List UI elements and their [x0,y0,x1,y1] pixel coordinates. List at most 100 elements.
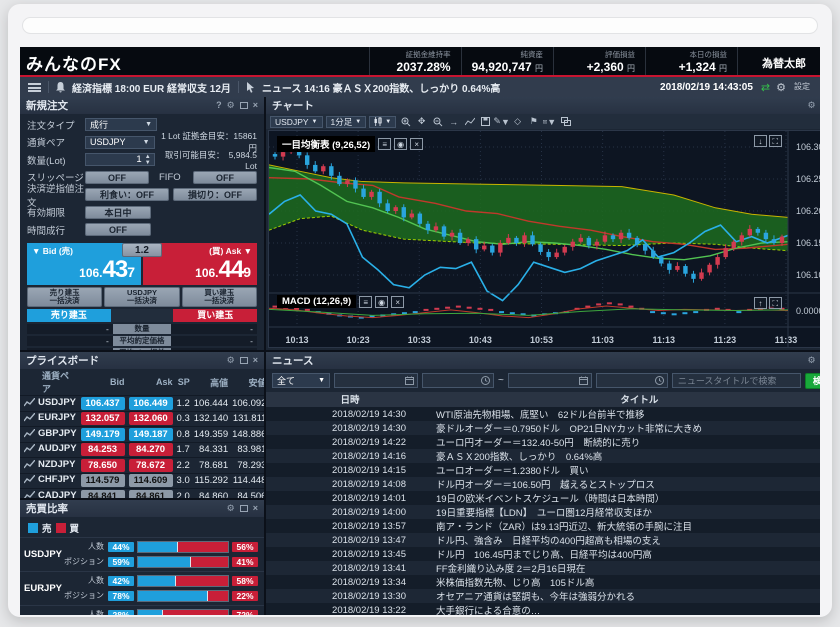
bid-quote-button[interactable]: 84.841 [81,490,125,498]
popout-icon[interactable] [240,102,248,109]
capture-icon[interactable]: ▼ [543,116,556,128]
close-icon[interactable]: × [253,101,258,110]
chart-line-icon[interactable] [24,491,35,498]
time-from-input[interactable] [422,373,494,388]
price-row[interactable]: CHFJPY114.579114.6093.0115.292114.448+5.… [20,473,264,489]
popout-icon[interactable] [240,357,248,364]
stamp-icon[interactable]: ⚑ [527,116,540,128]
pane-expand-icon[interactable]: ⛶ [769,135,782,147]
chart-line-icon[interactable] [24,475,35,487]
gear-icon[interactable]: ⚙ [227,356,235,365]
indicator-icon[interactable] [463,116,476,128]
news-row[interactable]: 2018/02/19 13:45ドル円 106.45円までじり高、日経平均は40… [266,547,820,561]
chart-line-icon[interactable] [24,444,35,456]
indicator-visibility-icon[interactable]: ◉ [375,296,388,308]
bid-quote-button[interactable]: 78.650 [81,459,125,472]
expiry-button[interactable]: 本日中 [85,206,151,219]
slippage-toggle[interactable]: OFF [85,171,149,184]
indicator-settings-icon[interactable]: ≡ [378,138,391,150]
news-row[interactable]: 2018/02/19 14:22ユーロ円オーダー＝132.40-50円 断続的に… [266,435,820,449]
indicator-close-icon[interactable]: × [410,138,423,150]
gear-icon[interactable]: ⚙ [808,356,816,365]
address-bar[interactable] [22,17,818,34]
stop-loss-button[interactable]: 損切り：OFF [173,188,257,201]
pan-icon[interactable]: ✥ [415,116,428,128]
pane-collapse-icon[interactable]: ↑ [754,297,767,309]
draw-icon[interactable]: ✎▼ [495,116,508,128]
news-row[interactable]: 2018/02/19 13:47ドル円、強含み 日経平均の400円超高も相場の支… [266,533,820,547]
tab-buy-positions[interactable]: 買い建玉 [173,309,257,322]
eraser-icon[interactable]: ◇ [511,116,524,128]
news-row[interactable]: 2018/02/19 14:15ユーロオーダー＝1.2380ドル 買い [266,463,820,477]
time-to-input[interactable] [596,373,668,388]
news-row[interactable]: 2018/02/19 14:30豪ドルオーダー＝0.7950ドル OP21日NY… [266,421,820,435]
layout-icon[interactable] [559,116,572,128]
gear-icon[interactable]: ⚙ [227,504,235,513]
news-search-button[interactable]: 検索 [805,373,820,389]
take-profit-button[interactable]: 利食い：OFF [85,188,169,201]
chart-timeframe-select[interactable]: 1分足▼ [326,116,367,128]
news-row[interactable]: 2018/02/19 14:0019日重要指標【LDN】 ユーロ圏12月経常収支… [266,505,820,519]
price-row[interactable]: NZDJPY78.65078.6722.278.68178.293+10.00 [20,458,264,474]
bid-quote-button[interactable]: 149.179 [81,428,125,441]
go-latest-icon[interactable]: → [447,116,460,128]
pane-collapse-icon[interactable]: ↓ [754,135,767,147]
tab-sell-positions[interactable]: 売り建玉 [27,309,111,322]
chart-type-select[interactable]: ▼ [369,116,396,128]
news-search-input[interactable] [672,373,801,388]
order-type-select[interactable]: 成行▼ [85,118,157,131]
chart-line-icon[interactable] [24,429,35,441]
price-row[interactable]: USDJPY106.437106.4491.2106.444106.092+1.… [20,396,264,412]
pane-expand-icon[interactable]: ⛶ [769,297,782,309]
bid-quote-button[interactable]: 114.579 [81,474,125,487]
price-row[interactable]: AUDJPY84.25384.2701.784.33183.981+9.00 [20,442,264,458]
indicator-settings-icon[interactable]: ≡ [359,296,372,308]
bulk-close-button[interactable]: 売り建玉一括決済 [27,287,102,307]
price-chart[interactable]: 一目均衡表 (9,26,52) ≡ ◉ × MACD (12,26,9) ≡ ◉… [268,130,820,348]
ask-quote-button[interactable]: 114.609 [129,474,173,487]
news-row[interactable]: 2018/02/19 13:34米株価指数先物、じり高 105ドル高 [266,575,820,589]
zoom-in-icon[interactable] [399,116,412,128]
popout-icon[interactable] [240,505,248,512]
news-row[interactable]: 2018/02/19 14:08ドル円オーダー＝106.50円 越えるとストップ… [266,477,820,491]
close-icon[interactable]: × [253,356,258,365]
ask-quote-button[interactable]: 78.672 [129,459,173,472]
settings-label[interactable]: 設定 [794,83,812,91]
bid-quote-button[interactable]: 106.437 [81,397,125,410]
price-row[interactable]: CADJPY84.84184.8612.084.86084.506+5.00 [20,489,264,499]
ask-quote-button[interactable]: 149.187 [129,428,173,441]
date-from-input[interactable] [334,373,418,388]
pair-select[interactable]: USDJPY▼ [85,136,155,149]
news-category-select[interactable]: 全て▼ [272,373,330,388]
close-icon[interactable]: × [253,504,258,513]
gear-icon[interactable]: ⚙ [227,101,235,110]
chart-line-icon[interactable] [24,413,35,425]
bid-quote-button[interactable]: 132.057 [81,412,125,425]
ask-quote-button[interactable]: 106.449 [129,397,173,410]
price-row[interactable]: EURJPY132.057132.0600.3132.140131.811+7.… [20,411,264,427]
ask-quote-button[interactable]: 84.270 [129,443,173,456]
news-row[interactable]: 2018/02/19 14:0119日の欧米イベントスケジュール（時間は日本時間… [266,491,820,505]
settings-gear-icon[interactable]: ⚙ [776,81,786,94]
price-row[interactable]: GBPJPY149.179149.1870.8149.359148.886+10… [20,427,264,443]
menu-icon[interactable] [28,83,41,92]
quantity-stepper[interactable]: 1▲▼ [85,153,155,166]
chart-pair-select[interactable]: USDJPY▼ [270,116,323,128]
news-row[interactable]: 2018/02/19 13:30オセアニア通貨は堅調も、今年は強弱分かれる [266,589,820,603]
time-order-toggle[interactable]: OFF [85,223,151,236]
bulk-close-button[interactable]: 買い建玉一括決済 [182,287,257,307]
chart-line-icon[interactable] [24,460,35,472]
indicator-visibility-icon[interactable]: ◉ [394,138,407,150]
help-icon[interactable]: ? [216,101,222,110]
indicator-close-icon[interactable]: × [391,296,404,308]
bid-quote-button[interactable]: 84.253 [81,443,125,456]
fifo-toggle[interactable]: OFF [193,171,257,184]
news-row[interactable]: 2018/02/19 14:30WTI原油先物相場、底堅い 62ドル台前半で推移 [266,407,820,421]
bulk-close-button[interactable]: USDJPY一括決済 [104,287,179,307]
gear-icon[interactable]: ⚙ [808,101,816,110]
news-row[interactable]: 2018/02/19 13:41FF金利織り込み度 2＝2月16日現在 [266,561,820,575]
ask-quote-button[interactable]: 132.060 [129,412,173,425]
date-to-input[interactable] [508,373,592,388]
news-row[interactable]: 2018/02/19 14:16豪ＡＳＸ200指数、しっかり 0.64%高 [266,449,820,463]
ask-quote-button[interactable]: 84.861 [129,490,173,498]
